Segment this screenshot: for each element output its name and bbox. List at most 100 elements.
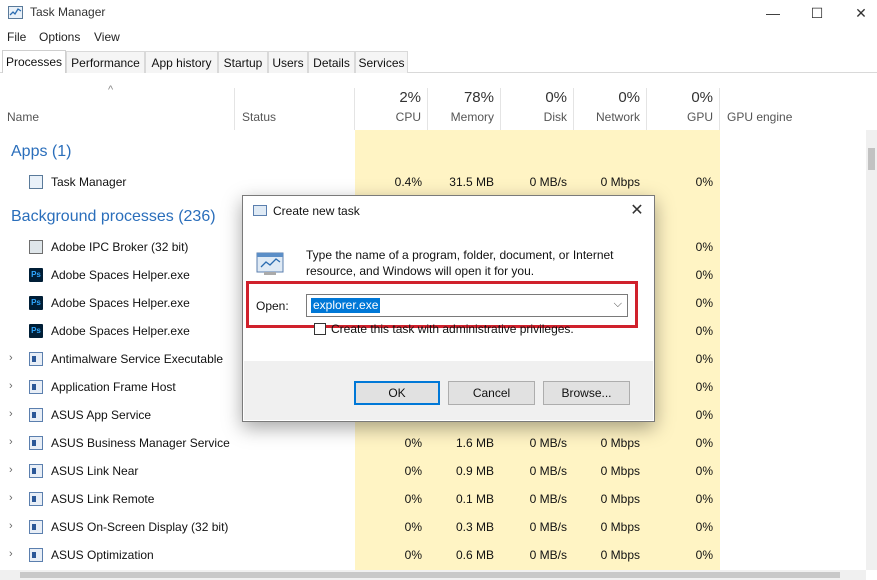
tab-details[interactable]: Details [308, 51, 355, 73]
horizontal-scroll-thumb[interactable] [20, 572, 840, 578]
gpu-value: 0% [695, 175, 713, 189]
table-row[interactable]: › ASUS On-Screen Display (32 bit) 0% 0.3 MB… [0, 513, 877, 541]
dialog-close-icon[interactable]: ✕ [628, 200, 646, 220]
gpu-value: 0% [695, 268, 713, 282]
gpu-value: 0% [695, 240, 713, 254]
group-apps[interactable]: Apps (1) [0, 138, 877, 166]
cpu-value: 0% [404, 464, 422, 478]
column-name-label: Name [7, 110, 40, 124]
browse-button[interactable]: Browse... [543, 381, 630, 405]
disk-value: 0 MB/s [529, 464, 567, 478]
menu-file[interactable]: File [7, 30, 26, 44]
network-value: 0 Mbps [600, 548, 640, 562]
gpu-value: 0% [695, 520, 713, 534]
gpu-value: 0% [695, 492, 713, 506]
memory-value: 0.1 MB [455, 492, 494, 506]
memory-value: 0.6 MB [455, 548, 494, 562]
admin-privileges-label[interactable]: Create this task with administrative pri… [331, 322, 574, 336]
network-value: 0 Mbps [600, 464, 640, 478]
column-cpu[interactable]: 2% CPU [355, 88, 428, 130]
memory-value: 0.9 MB [455, 464, 494, 478]
tab-app-history[interactable]: App history [145, 51, 218, 73]
task-manager-icon [29, 175, 43, 189]
table-row[interactable]: › ASUS Business Manager Service 0% 1.6 MB 0 … [0, 429, 877, 457]
expand-chevron-icon[interactable]: › [9, 464, 13, 476]
network-value: 0 Mbps [600, 492, 640, 506]
disk-value: 0 MB/s [529, 492, 567, 506]
service-icon [29, 492, 43, 506]
gpu-value: 0% [695, 324, 713, 338]
expand-chevron-icon[interactable]: › [9, 548, 13, 560]
vertical-scrollbar[interactable] [866, 130, 877, 570]
ok-button[interactable]: OK [354, 381, 440, 405]
process-name: Adobe IPC Broker (32 bit) [51, 240, 189, 254]
expand-chevron-icon[interactable]: › [9, 492, 13, 504]
disk-value: 0 MB/s [529, 548, 567, 562]
column-network[interactable]: 0% Network [574, 88, 647, 130]
run-program-icon [256, 249, 286, 277]
window-title: Task Manager [30, 5, 106, 19]
open-input-value[interactable]: explorer.exe [311, 298, 381, 313]
group-background-title: Background processes (236) [11, 208, 216, 225]
tab-bar: Processes Performance App history Startu… [0, 50, 877, 73]
process-name: Application Frame Host [51, 380, 176, 394]
menu-options[interactable]: Options [39, 30, 80, 44]
table-row[interactable]: › ASUS Link Near 0% 0.9 MB 0 MB/s 0 Mbps 0% [0, 457, 877, 485]
vertical-scroll-thumb[interactable] [868, 148, 875, 170]
maximize-button[interactable]: ☐ [794, 0, 840, 26]
open-label: Open: [256, 299, 289, 313]
open-combobox[interactable]: explorer.exe ⌵ [306, 294, 628, 317]
minimize-button[interactable]: — [750, 0, 796, 26]
table-row[interactable]: › ASUS Link Remote 0% 0.1 MB 0 MB/s 0 Mbps 0% [0, 485, 877, 513]
process-name: ASUS Optimization [51, 548, 154, 562]
service-icon [29, 520, 43, 534]
chevron-down-icon[interactable]: ⌵ [614, 298, 622, 311]
gpu-value: 0% [695, 296, 713, 310]
cpu-value: 0% [404, 492, 422, 506]
process-name: ASUS Link Remote [51, 492, 155, 506]
network-value: 0 Mbps [600, 175, 640, 189]
column-gpu[interactable]: 0% GPU [647, 88, 720, 130]
column-disk[interactable]: 0% Disk [501, 88, 574, 130]
cpu-value: 0% [404, 548, 422, 562]
tab-services[interactable]: Services [355, 51, 408, 73]
horizontal-scrollbar[interactable] [0, 570, 866, 580]
task-manager-icon [8, 6, 23, 19]
expand-chevron-icon[interactable]: › [9, 408, 13, 420]
column-memory-label: Memory [450, 110, 494, 124]
gpu-value: 0% [695, 408, 713, 422]
dialog-message: Type the name of a program, folder, docu… [306, 248, 614, 278]
column-cpu-label: CPU [395, 110, 421, 124]
gpu-value: 0% [695, 352, 713, 366]
photoshop-icon: Ps [29, 268, 43, 282]
table-row[interactable]: Task Manager 0.4% 31.5 MB 0 MB/s 0 Mbps … [0, 168, 877, 196]
cancel-button[interactable]: Cancel [448, 381, 535, 405]
expand-chevron-icon[interactable]: › [9, 352, 13, 364]
column-name[interactable]: ^ Name [0, 84, 235, 130]
expand-chevron-icon[interactable]: › [9, 380, 13, 392]
network-value: 0 Mbps [600, 436, 640, 450]
admin-privileges-checkbox[interactable] [314, 323, 326, 335]
expand-chevron-icon[interactable]: › [9, 520, 13, 532]
sort-ascending-icon: ^ [108, 84, 114, 96]
service-icon [29, 352, 43, 366]
gpu-value: 0% [695, 380, 713, 394]
tab-users[interactable]: Users [268, 51, 308, 73]
cpu-value: 0.4% [394, 175, 422, 189]
adobe-ipc-icon [29, 240, 43, 254]
gpu-total: 0% [691, 89, 713, 106]
column-gpu-engine[interactable]: GPU engine [720, 88, 866, 130]
close-button[interactable]: ✕ [838, 0, 877, 26]
dialog-title: Create new task [273, 204, 360, 218]
column-memory[interactable]: 78% Memory [428, 88, 501, 130]
column-status[interactable]: Status [235, 88, 355, 130]
tab-performance[interactable]: Performance [66, 51, 145, 73]
menu-view[interactable]: View [94, 30, 120, 44]
process-name: Antimalware Service Executable [51, 352, 224, 366]
tab-startup[interactable]: Startup [218, 51, 268, 73]
cpu-value: 0% [404, 436, 422, 450]
tab-processes[interactable]: Processes [2, 50, 66, 73]
table-row[interactable]: › ASUS Optimization 0% 0.6 MB 0 MB/s 0 Mbps 0% [0, 541, 877, 569]
expand-chevron-icon[interactable]: › [9, 436, 13, 448]
memory-total: 78% [463, 89, 494, 106]
